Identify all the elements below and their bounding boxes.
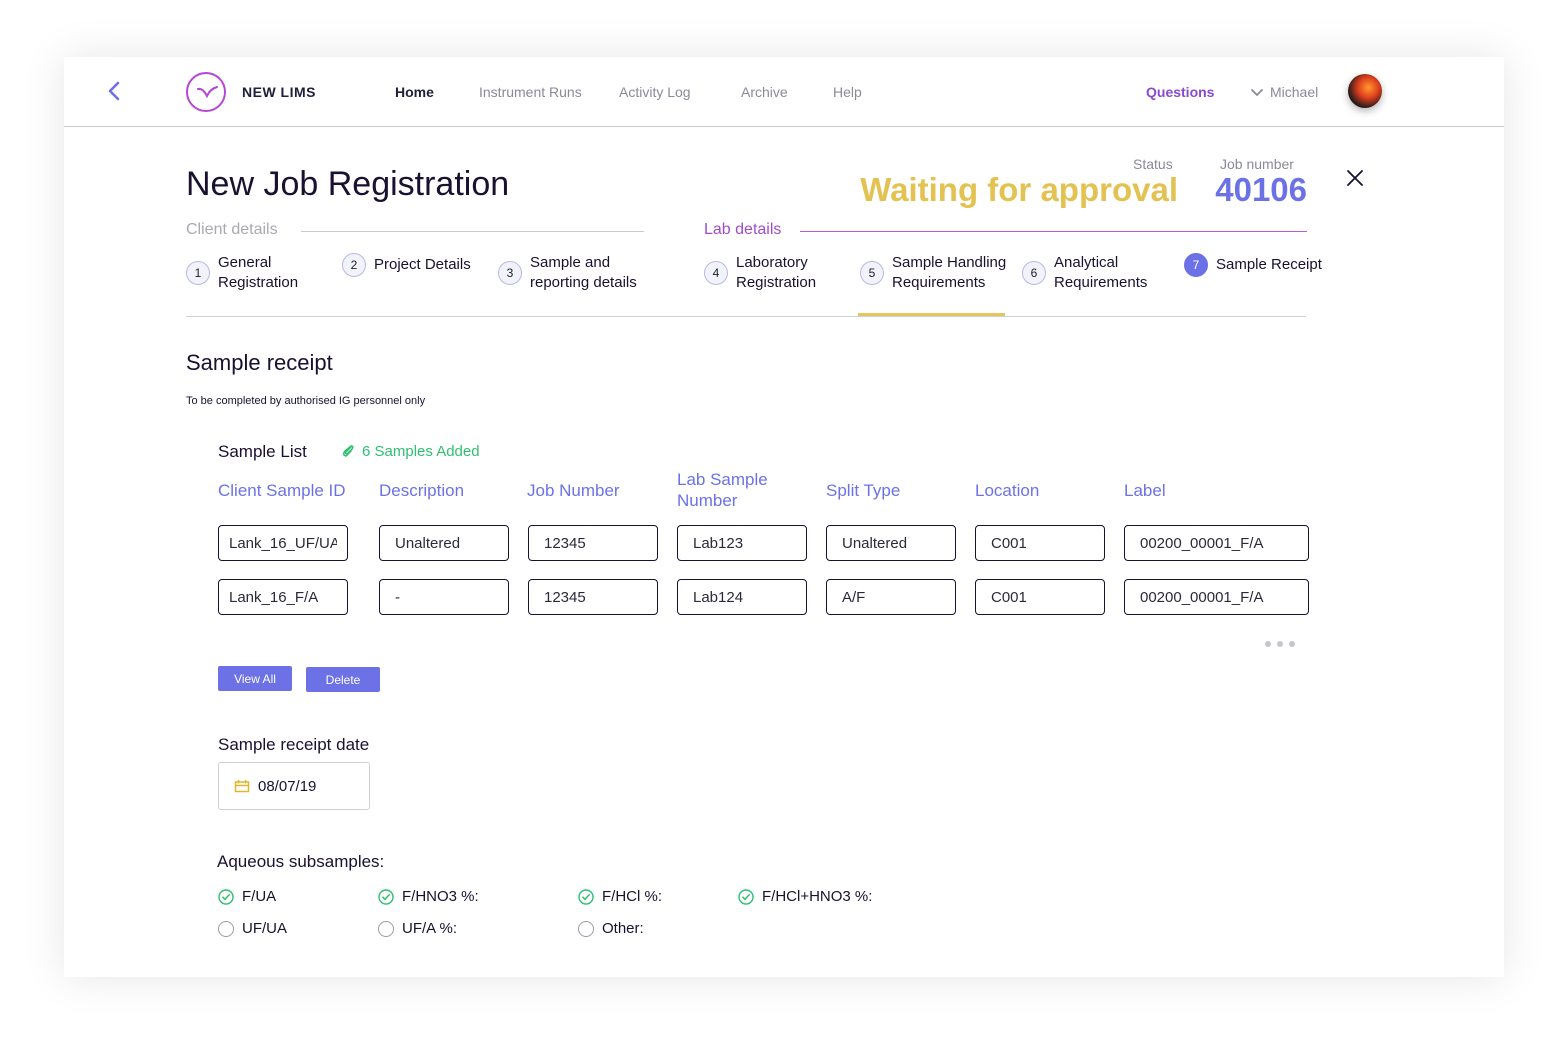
column-header-lab-sample-number: Lab Sample Number	[677, 470, 768, 510]
step-number: 3	[498, 261, 522, 285]
aqueous-subsamples-label: Aqueous subsamples:	[217, 852, 385, 871]
active-step-indicator	[858, 313, 1005, 316]
more-options-icon[interactable]	[1265, 641, 1295, 647]
avatar[interactable]	[1348, 74, 1382, 108]
radio-empty-icon	[578, 920, 594, 937]
sample-receipt-date-picker[interactable]: 08/07/19	[218, 762, 370, 810]
job-number-label: Job number	[1220, 156, 1294, 172]
step-label: Sample and reporting details	[530, 254, 637, 291]
option-f-hno3[interactable]: F/HNO3 %:	[378, 888, 479, 905]
client-sample-id-field[interactable]	[218, 579, 348, 615]
client-details-heading: Client details	[186, 221, 278, 238]
step-label: Sample Handling Requirements	[892, 254, 1007, 291]
job-number-value: 40106	[1215, 171, 1307, 208]
date-value: 08/07/19	[258, 777, 317, 795]
split-type-field[interactable]	[826, 525, 956, 561]
radio-empty-icon	[218, 920, 234, 937]
step-sample-reporting-details[interactable]: 3 Sample and reporting details	[498, 253, 637, 293]
status-label: Status	[1133, 156, 1173, 172]
label-field[interactable]	[1124, 525, 1309, 561]
nav-activity-log[interactable]: Activity Log	[619, 84, 691, 100]
nav-help[interactable]: Help	[833, 84, 862, 100]
nav-instrument-runs[interactable]: Instrument Runs	[479, 84, 582, 100]
step-label: Laboratory Registration	[736, 254, 817, 291]
delete-button[interactable]: Delete	[306, 667, 380, 692]
step-sample-handling-requirements[interactable]: 5 Sample Handling Requirements	[860, 253, 1006, 293]
attachment-icon	[342, 445, 354, 457]
step-number: 5	[860, 261, 884, 285]
samples-added-badge: 6 Samples Added	[342, 443, 480, 460]
step-number: 4	[704, 261, 728, 285]
column-header-label: Label	[1124, 481, 1166, 500]
top-navigation-bar: NEW LIMS Home Instrument Runs Activity L…	[64, 57, 1504, 127]
location-field[interactable]	[975, 525, 1105, 561]
lab-details-heading: Lab details	[704, 221, 782, 238]
sample-list-title: Sample List	[218, 442, 307, 461]
check-circle-icon	[578, 888, 594, 905]
option-f-ua[interactable]: F/UA	[218, 888, 276, 905]
step-label: Project Details	[374, 256, 471, 273]
questions-link[interactable]: Questions	[1146, 84, 1214, 100]
option-f-hcl-hno3[interactable]: F/HCl+HNO3 %:	[738, 888, 872, 905]
steps-divider	[186, 316, 1306, 317]
section-subtitle: To be completed by authorised IG personn…	[186, 395, 426, 407]
sample-receipt-date-label: Sample receipt date	[218, 735, 370, 754]
column-header-split-type: Split Type	[826, 481, 901, 500]
nav-archive[interactable]: Archive	[741, 84, 788, 100]
view-all-button[interactable]: View All	[218, 666, 292, 691]
column-header-description: Description	[379, 481, 465, 500]
step-number: 6	[1022, 261, 1046, 285]
step-laboratory-registration[interactable]: 4 Laboratory Registration	[704, 253, 816, 293]
status-value: Waiting for approval	[860, 171, 1178, 208]
job-number-field[interactable]	[528, 579, 658, 615]
column-header-job-number: Job Number	[527, 481, 620, 500]
option-other[interactable]: Other:	[578, 920, 644, 937]
user-menu[interactable]: Michael	[1250, 84, 1318, 100]
step-label: Sample Receipt	[1216, 256, 1322, 273]
check-circle-icon	[218, 888, 234, 905]
section-title: Sample receipt	[186, 350, 333, 375]
client-sample-id-field[interactable]	[218, 525, 348, 561]
nav-home[interactable]: Home	[395, 84, 434, 100]
step-number: 7	[1184, 253, 1208, 277]
step-label: Analytical Requirements	[1054, 254, 1148, 291]
close-icon[interactable]	[1344, 167, 1366, 189]
lab-sample-number-field[interactable]	[677, 579, 807, 615]
step-number: 1	[186, 261, 210, 285]
option-uf-ua[interactable]: UF/UA	[218, 920, 287, 937]
lab-details-divider	[800, 231, 1307, 232]
split-type-field[interactable]	[826, 579, 956, 615]
step-sample-receipt[interactable]: 7 Sample Receipt	[1184, 253, 1322, 277]
location-field[interactable]	[975, 579, 1105, 615]
main-card: NEW LIMS Home Instrument Runs Activity L…	[64, 57, 1504, 977]
chevron-down-icon	[1251, 89, 1263, 97]
option-uf-a[interactable]: UF/A %:	[378, 920, 457, 937]
step-label: General Registration	[218, 254, 299, 291]
option-f-hcl[interactable]: F/HCl %:	[578, 888, 662, 905]
description-field[interactable]	[379, 579, 509, 615]
label-field[interactable]	[1124, 579, 1309, 615]
check-circle-icon	[378, 888, 394, 905]
lab-sample-number-field[interactable]	[677, 525, 807, 561]
description-field[interactable]	[379, 525, 509, 561]
step-general-registration[interactable]: 1 General Registration	[186, 253, 298, 293]
job-number-field[interactable]	[528, 525, 658, 561]
column-header-location: Location	[975, 481, 1040, 500]
client-details-divider	[301, 231, 644, 232]
step-analytical-requirements[interactable]: 6 Analytical Requirements	[1022, 253, 1147, 293]
brand-name: NEW LIMS	[242, 84, 316, 100]
calendar-icon	[234, 780, 250, 793]
check-circle-icon	[738, 888, 754, 905]
user-name: Michael	[1270, 84, 1319, 100]
radio-empty-icon	[378, 920, 394, 937]
step-project-details[interactable]: 2 Project Details	[342, 253, 471, 277]
column-header-client-sample-id: Client Sample ID	[218, 481, 346, 500]
back-arrow-icon[interactable]	[104, 79, 126, 103]
page-title: New Job Registration	[186, 165, 510, 203]
logo-icon[interactable]	[186, 72, 226, 112]
step-number: 2	[342, 253, 366, 277]
